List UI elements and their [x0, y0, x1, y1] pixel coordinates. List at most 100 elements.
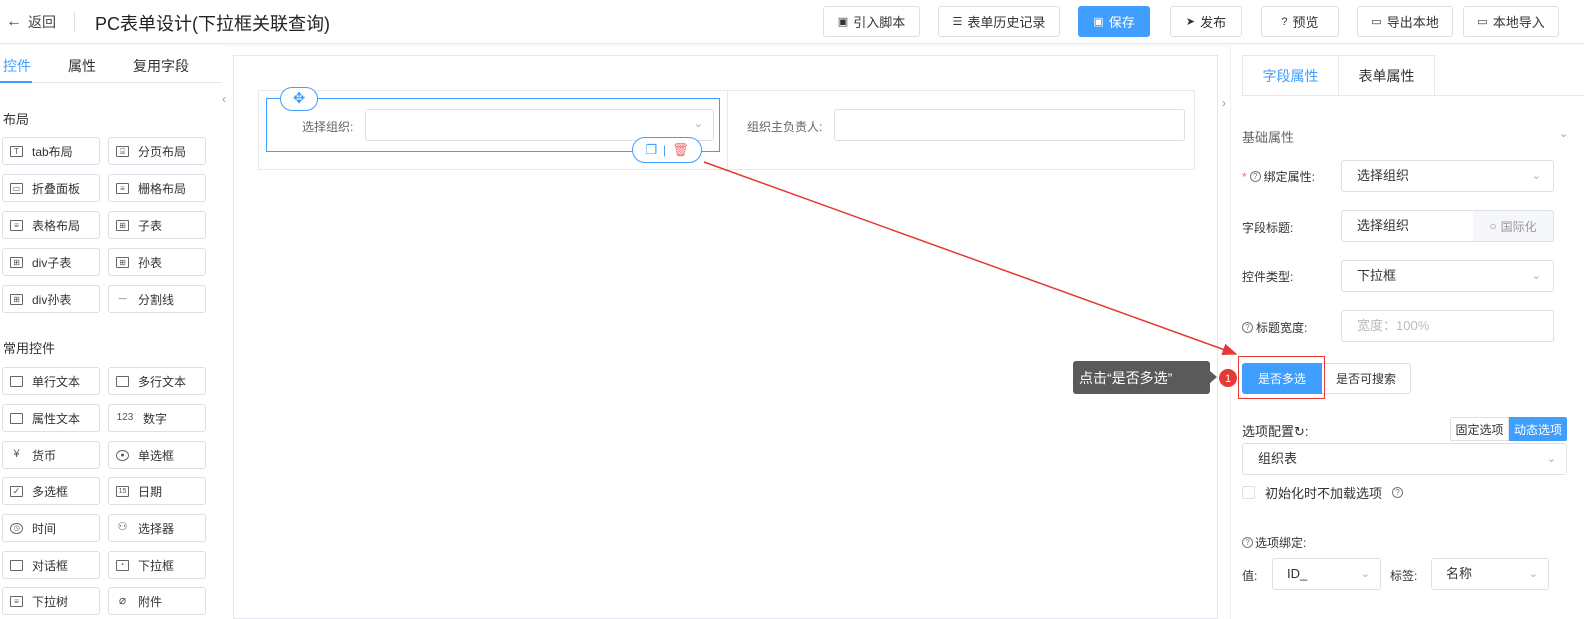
cell-divider — [727, 91, 728, 169]
tab-controls[interactable]: 控件 — [3, 56, 31, 76]
left-tabs: 控件 属性 复用字段 — [0, 45, 222, 83]
no-load-checkbox[interactable] — [1242, 486, 1255, 499]
table-icon: ⊞ — [10, 256, 23, 268]
tab-form-properties[interactable]: 表单属性 — [1338, 55, 1435, 96]
dynamic-option-button[interactable]: 动态选项 — [1509, 417, 1567, 441]
control-tab-layout[interactable]: Ttab布局 — [2, 137, 100, 165]
section-common-title: 常用控件 — [3, 341, 56, 356]
field-title-label: 字段标题: — [1242, 221, 1294, 235]
history-button[interactable]: ☰ 表单历史记录 — [938, 6, 1060, 37]
control-checkbox[interactable]: ✓ 多选框 — [2, 477, 100, 505]
import-local-button[interactable]: ▭ 本地导入 — [1463, 6, 1559, 37]
title-width-label: 标题宽度: — [1256, 321, 1308, 335]
tab-field-properties[interactable]: 字段属性 — [1242, 55, 1339, 96]
control-type-select[interactable]: 下拉框 ⌄ — [1341, 260, 1554, 292]
move-icon[interactable]: ✥ — [280, 87, 318, 111]
copy-icon[interactable]: ❐ — [645, 142, 657, 158]
field-label-org: 选择组织: — [302, 120, 354, 134]
chevron-down-icon: ⌄ — [1528, 568, 1538, 580]
export-button[interactable]: ▭ 导出本地 — [1357, 6, 1453, 37]
page-title: PC表单设计(下拉框关联查询) — [95, 14, 330, 34]
table-icon: ⊞ — [10, 293, 23, 305]
control-label: 下拉树 — [32, 594, 69, 609]
collapse-right-icon[interactable]: › — [1222, 96, 1226, 110]
control-label: 子表 — [138, 218, 163, 233]
design-canvas: 选择组织: ⌄ 组织主负责人: — [233, 55, 1218, 619]
value-select[interactable]: ID_ ⌄ — [1272, 558, 1381, 590]
control-selector[interactable]: ⚇ 选择器 — [108, 514, 206, 542]
control-subtable[interactable]: ⊞ 子表 — [108, 211, 206, 239]
control-divider[interactable]: — 分割线 — [108, 285, 206, 313]
chevron-down-icon: ⌄ — [693, 118, 703, 130]
tab-properties[interactable]: 属性 — [68, 56, 96, 76]
trash-icon[interactable]: 🗑 — [672, 142, 689, 158]
control-currency[interactable]: ¥ 货币 — [2, 441, 100, 469]
control-radio[interactable]: ● 单选框 — [108, 441, 206, 469]
control-multi-text[interactable]: 多行文本 — [108, 367, 206, 395]
title-width-placeholder: 宽度：100% — [1357, 318, 1430, 333]
save-button[interactable]: ▣ 保存 — [1078, 6, 1150, 37]
clock-icon: ◷ — [10, 522, 23, 534]
manager-input[interactable] — [834, 109, 1185, 141]
input-icon — [10, 375, 23, 387]
table-icon: ⊞ — [116, 256, 129, 268]
title-width-input[interactable]: 宽度：100% — [1341, 310, 1554, 342]
save-icon: ▣ — [1093, 16, 1104, 28]
help-icon: ? — [1242, 537, 1253, 548]
searchable-button[interactable]: 是否可搜索 — [1322, 363, 1411, 394]
control-table-layout[interactable]: ≡ 表格布局 — [2, 211, 100, 239]
chevron-down-icon: ⌄ — [1531, 270, 1541, 282]
control-attr-text[interactable]: 属性文本 — [2, 404, 100, 432]
control-dropdown-tree[interactable]: ≡ 下拉树 — [2, 587, 100, 615]
control-attachment[interactable]: ⌀ 附件 — [108, 587, 206, 615]
intl-button[interactable]: ○ 国际化 — [1473, 210, 1554, 242]
list-icon: ☰ — [952, 16, 963, 28]
import-script-button[interactable]: ▣ 引入脚本 — [823, 6, 920, 37]
control-grid-layout[interactable]: ≡ 栅格布局 — [108, 174, 206, 202]
tab-reuse-fields[interactable]: 复用字段 — [133, 56, 189, 76]
import-script-label: 引入脚本 — [853, 15, 906, 30]
control-div-grandchild-table[interactable]: ⊞ div孙表 — [2, 285, 100, 313]
export-label: 导出本地 — [1386, 15, 1439, 30]
preview-button[interactable]: ? 预览 — [1261, 6, 1339, 37]
chevron-down-icon[interactable]: ⌄ — [1559, 127, 1568, 140]
option-binding-label-row: ? 选项绑定: — [1242, 534, 1306, 551]
control-page-layout[interactable]: ⌸ 分页布局 — [108, 137, 206, 165]
bind-attr-select[interactable]: 选择组织 ⌄ — [1341, 160, 1554, 192]
table-icon: ⊞ — [116, 219, 129, 231]
back-button[interactable]: ← 返回 — [6, 12, 56, 32]
number-icon: 123 — [116, 411, 134, 423]
option-source-value: 组织表 — [1258, 451, 1298, 466]
control-label: 单选框 — [138, 448, 175, 463]
field-actions: ❐ | 🗑 — [632, 137, 702, 163]
control-time[interactable]: ◷ 时间 — [2, 514, 100, 542]
control-dropdown[interactable]: ▪ 下拉框 — [108, 551, 206, 579]
instruction-tooltip: 点击“是否多选” — [1073, 361, 1217, 394]
control-collapse-panel[interactable]: ▭ 折叠面板 — [2, 174, 100, 202]
control-div-subtable[interactable]: ⊞ div子表 — [2, 248, 100, 276]
section-basic-title: 基础属性 — [1242, 130, 1295, 145]
collapse-left-icon[interactable]: ‹ — [222, 92, 226, 106]
publish-button[interactable]: ➤ 发布 — [1170, 6, 1242, 37]
bind-attr-label: 绑定属性: — [1263, 170, 1316, 184]
title-width-label-row: ? 标题宽度: — [1242, 319, 1307, 336]
dialog-icon — [10, 559, 23, 571]
field-title-input[interactable]: 选择组织 — [1341, 210, 1474, 242]
tag-select-value: 名称 — [1446, 566, 1473, 581]
tag-select[interactable]: 名称 ⌄ — [1431, 558, 1549, 590]
bind-attr-value: 选择组织 — [1357, 168, 1410, 183]
control-grandchild-table[interactable]: ⊞ 孙表 — [108, 248, 206, 276]
control-date[interactable]: 15 日期 — [108, 477, 206, 505]
control-single-text[interactable]: 单行文本 — [2, 367, 100, 395]
tree-icon: ≡ — [10, 595, 23, 607]
no-load-row[interactable]: 初始化时不加载选项 ? — [1242, 483, 1404, 502]
refresh-icon[interactable]: ↻ — [1294, 424, 1305, 439]
fixed-option-button[interactable]: 固定选项 — [1450, 417, 1509, 441]
left-panel: 控件 属性 复用字段 布局 Ttab布局 ⌸ 分页布局 ▭ 折叠面板 ≡ 栅格布局 ≡… — [0, 45, 222, 619]
radio-icon: ● — [116, 449, 129, 461]
control-number[interactable]: 123 数字 — [108, 404, 206, 432]
option-source-select[interactable]: 组织表 ⌄ — [1242, 443, 1567, 475]
control-dialog[interactable]: 对话框 — [2, 551, 100, 579]
panel-icon: ▭ — [10, 182, 23, 194]
control-label: 孙表 — [138, 255, 163, 270]
